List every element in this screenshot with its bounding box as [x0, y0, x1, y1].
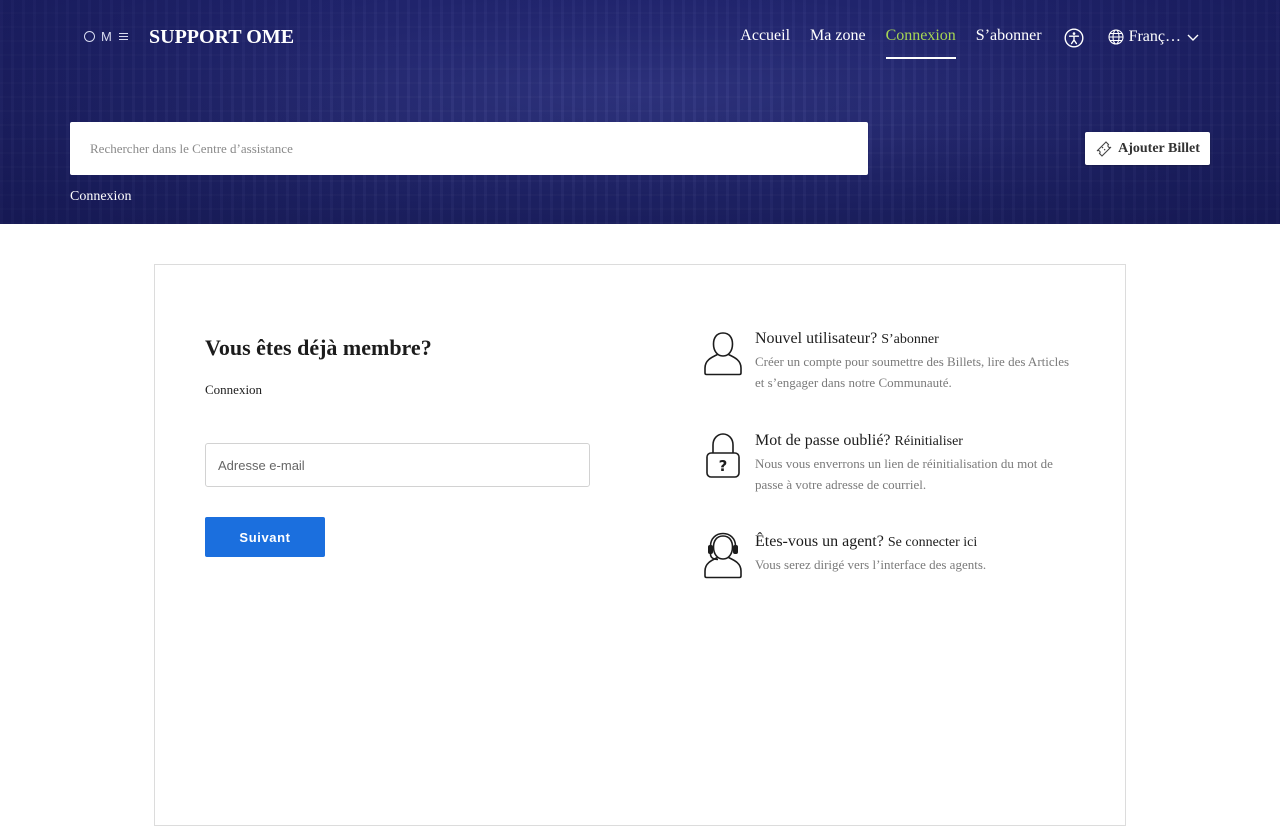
lock-question-icon: ?	[706, 433, 740, 478]
forgot-password-description: Nous vous enverrons un lien de réinitial…	[755, 456, 1053, 492]
nav-sabonner[interactable]: S’abonner	[976, 27, 1042, 59]
ome-logo[interactable]: M	[84, 29, 128, 44]
user-icon	[704, 332, 742, 376]
breadcrumb: Connexion	[70, 189, 132, 204]
add-ticket-button[interactable]: Ajouter Billet	[1085, 132, 1210, 165]
language-label: Franç…	[1128, 28, 1181, 45]
nav-connexion[interactable]: Connexion	[885, 27, 956, 59]
nav-ma-zone[interactable]: Ma zone	[810, 27, 866, 59]
search-bar	[70, 122, 868, 175]
login-card: Vous êtes déjà membre? Connexion Suivant…	[154, 264, 1126, 826]
ticket-add-icon	[1096, 140, 1112, 157]
email-field[interactable]	[205, 443, 590, 487]
login-subtitle: Connexion	[205, 382, 263, 397]
login-title: Vous êtes déjà membre?	[205, 335, 432, 360]
agent-description: Vous serez dirigé vers l’interface des a…	[755, 557, 987, 572]
hero-banner: M SUPPORT OME Accueil Ma zone Connexion …	[0, 0, 1280, 224]
site-title[interactable]: SUPPORT OME	[149, 26, 294, 49]
logo-circle-mark	[84, 31, 95, 42]
accessibility-icon[interactable]	[1064, 28, 1084, 48]
new-user-description: Créer un compte pour soumettre des Bille…	[755, 354, 1070, 390]
new-user-heading: Nouvel utilisateur?	[755, 330, 878, 347]
next-button[interactable]: Suivant	[205, 517, 325, 557]
nav-accueil[interactable]: Accueil	[740, 27, 790, 59]
logo-letter-mark: M	[101, 29, 113, 44]
agent-headset-icon	[704, 532, 742, 579]
add-ticket-label: Ajouter Billet	[1118, 140, 1200, 156]
agent-heading: Êtes-vous un agent?	[755, 533, 884, 550]
search-input[interactable]	[70, 122, 850, 175]
forgot-password-heading: Mot de passe oublié?	[755, 432, 891, 449]
language-selector[interactable]: Franç…	[1108, 28, 1200, 46]
subscribe-link[interactable]: S’abonner	[881, 332, 939, 347]
agent-login-link[interactable]: Se connecter ici	[888, 535, 977, 550]
question-mark-glyph: ?	[719, 457, 728, 475]
reset-link[interactable]: Réinitialiser	[895, 434, 963, 449]
chevron-down-icon	[1187, 34, 1199, 41]
email-field-wrapper	[205, 443, 590, 487]
top-nav: Accueil Ma zone Connexion S’abonner Fran…	[720, 27, 1200, 59]
logo-bars-mark	[118, 32, 128, 41]
globe-icon	[1108, 29, 1124, 45]
